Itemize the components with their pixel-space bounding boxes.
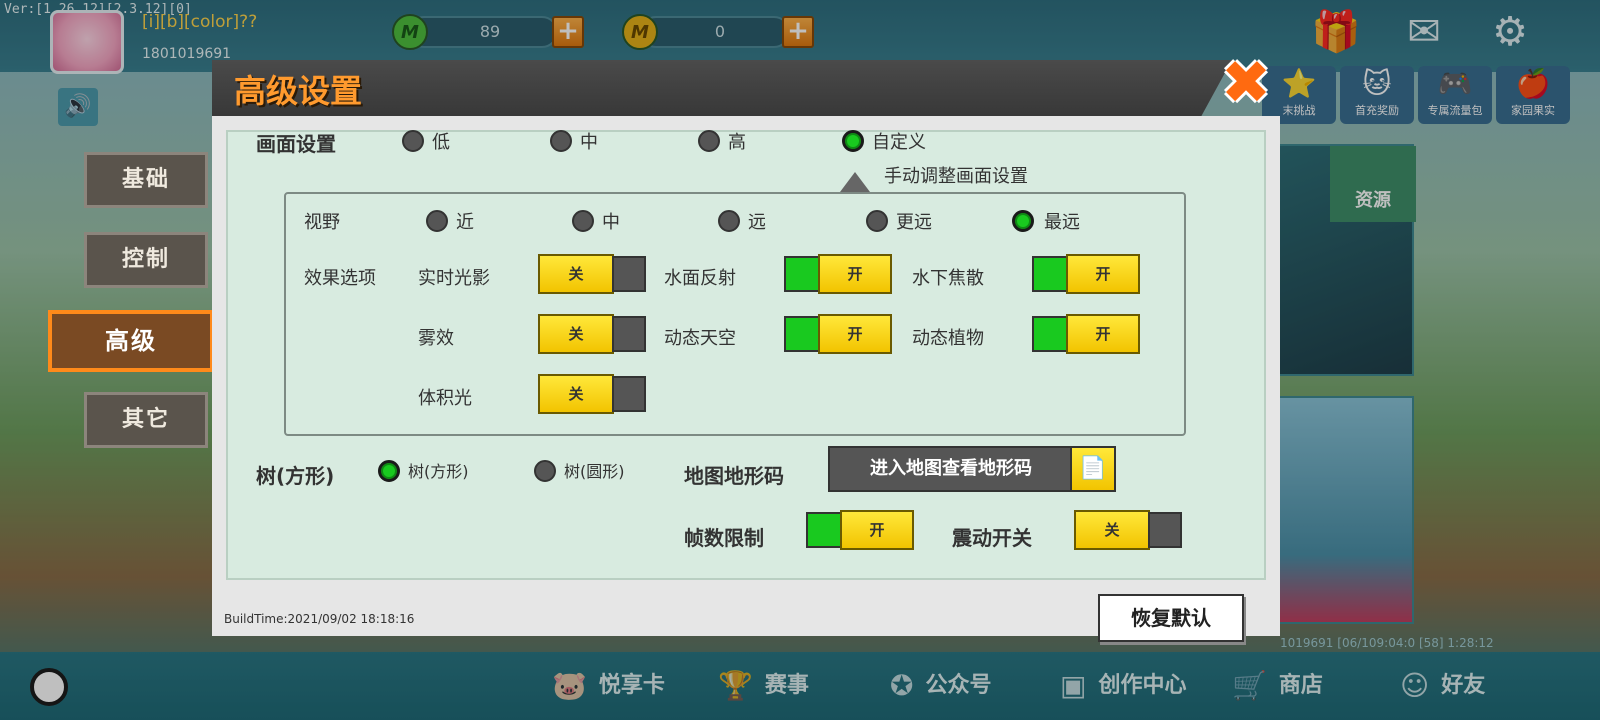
tree-label: 树(方形) (256, 464, 335, 488)
fps-limit-label: 帧数限制 (684, 526, 764, 550)
settings-content: 画面设置 低 中 高 自定义 手动调整画面设置 视野 近 中 远 更远 最远 效… (226, 130, 1266, 580)
tab-basic[interactable]: 基础 (84, 152, 208, 208)
view-near-radio[interactable] (426, 210, 448, 232)
view-farther-radio[interactable] (866, 210, 888, 232)
view-label: 视野 (304, 212, 340, 233)
volumetric-light-toggle[interactable]: 关 (538, 374, 646, 414)
graphics-low-radio[interactable] (402, 130, 424, 152)
graphics-high-label: 高 (728, 132, 746, 153)
fps-limit-toggle[interactable]: 开 (806, 510, 914, 550)
graphics-custom-label: 自定义 (872, 132, 926, 153)
graphics-mid-radio[interactable] (550, 130, 572, 152)
vibration-label: 震动开关 (952, 526, 1032, 550)
reset-default-button[interactable]: 恢复默认 (1098, 594, 1244, 642)
view-near-label: 近 (456, 212, 474, 233)
dynamic-plants-toggle[interactable]: 开 (1032, 314, 1140, 354)
dialog-title: 高级设置 (234, 72, 363, 110)
document-icon[interactable]: 📄 (1070, 446, 1116, 492)
water-reflection-toggle[interactable]: 开 (784, 254, 892, 294)
custom-graphics-panel: 视野 近 中 远 更远 最远 效果选项 实时光影 关 水面反射 开 水下焦散 开… (284, 192, 1186, 436)
vibration-toggle[interactable]: 关 (1074, 510, 1182, 550)
view-farther-label: 更远 (896, 212, 932, 233)
tree-square-radio[interactable] (378, 460, 400, 482)
effect-dynamic-plants-label: 动态植物 (912, 328, 984, 349)
fog-toggle[interactable]: 关 (538, 314, 646, 354)
view-far-radio[interactable] (718, 210, 740, 232)
hint-arrow (840, 172, 870, 192)
view-mid-radio[interactable] (572, 210, 594, 232)
tab-control[interactable]: 控制 (84, 232, 208, 288)
effect-dynamic-sky-label: 动态天空 (664, 328, 736, 349)
effects-label: 效果选项 (304, 268, 376, 289)
tab-advanced[interactable]: 高级 (48, 310, 214, 372)
graphics-low-label: 低 (432, 132, 450, 153)
close-button[interactable]: ✖ (1220, 53, 1272, 113)
graphics-mid-label: 中 (580, 132, 598, 153)
close-icon: ✖ (1220, 48, 1272, 118)
dialog-header (212, 60, 1232, 116)
effect-volumetric-light-label: 体积光 (418, 388, 472, 409)
effect-realtime-shadow-label: 实时光影 (418, 268, 490, 289)
dynamic-sky-toggle[interactable]: 开 (784, 314, 892, 354)
effect-underwater-caustics-label: 水下焦散 (912, 268, 984, 289)
build-time: BuildTime:2021/09/02 18:18:16 (224, 612, 415, 626)
map-code-label: 地图地形码 (684, 464, 784, 488)
graphics-custom-radio[interactable] (842, 130, 864, 152)
tree-round-radio[interactable] (534, 460, 556, 482)
effect-water-reflection-label: 水面反射 (664, 268, 736, 289)
advanced-settings-dialog: 高级设置 ✖ 画面设置 低 中 高 自定义 手动调整画面设置 视野 近 中 远 … (212, 53, 1280, 652)
view-farthest-label: 最远 (1044, 212, 1080, 233)
view-far-label: 远 (748, 212, 766, 233)
tree-round-label: 树(圆形) (564, 462, 625, 481)
view-mid-label: 中 (602, 212, 620, 233)
effect-fog-label: 雾效 (418, 328, 454, 349)
graphics-hint: 手动调整画面设置 (884, 166, 1028, 187)
graphics-high-radio[interactable] (698, 130, 720, 152)
realtime-shadow-toggle[interactable]: 关 (538, 254, 646, 294)
tab-other[interactable]: 其它 (84, 392, 208, 448)
tree-square-label: 树(方形) (408, 462, 469, 481)
graphics-label: 画面设置 (256, 132, 336, 156)
view-farthest-radio[interactable] (1012, 210, 1034, 232)
underwater-caustics-toggle[interactable]: 开 (1032, 254, 1140, 294)
